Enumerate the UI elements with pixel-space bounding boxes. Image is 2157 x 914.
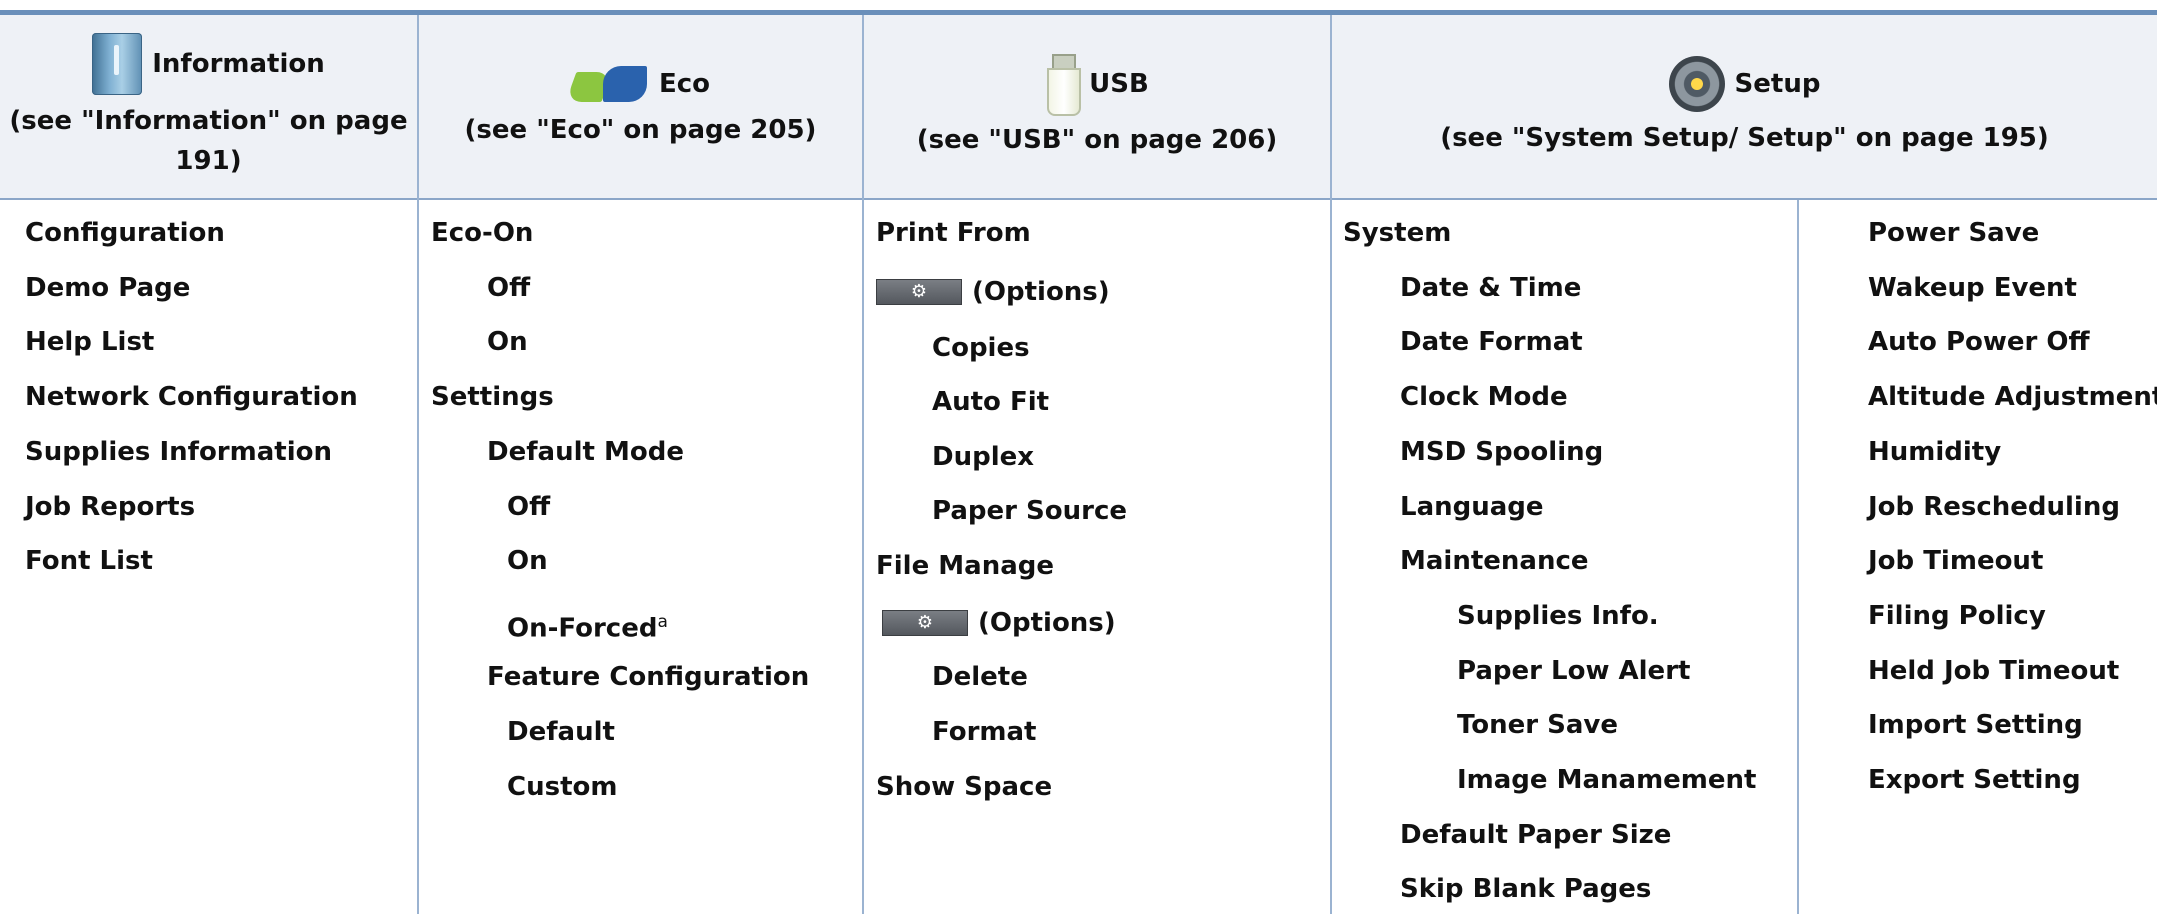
menu-item-humidity[interactable]: Humidity xyxy=(1868,435,2001,469)
menu-item-demo-page[interactable]: Demo Page xyxy=(25,271,190,305)
menu-item-default-mode[interactable]: Default Mode xyxy=(487,435,684,469)
menu-item-job-timeout[interactable]: Job Timeout xyxy=(1868,544,2043,578)
setup-ref[interactable]: (see "System Setup/ Setup" on page 195) xyxy=(1440,118,2049,158)
menu-item-job-reports[interactable]: Job Reports xyxy=(25,490,195,524)
gear-icon: ⚙ xyxy=(910,281,928,302)
menu-item-date-format[interactable]: Date Format xyxy=(1400,325,1583,359)
info-book-icon xyxy=(92,32,143,95)
eco-title: Eco xyxy=(658,68,711,99)
setup-title: Setup xyxy=(1734,68,1821,99)
menu-item-held-job-timeout[interactable]: Held Job Timeout xyxy=(1868,654,2119,688)
menu-item-auto-power-off[interactable]: Auto Power Off xyxy=(1868,325,2090,359)
options-button[interactable]: ⚙ xyxy=(876,279,962,305)
on-forced-label: On-Forced xyxy=(507,613,658,644)
menu-item-settings[interactable]: Settings xyxy=(431,380,554,414)
menu-item-duplex[interactable]: Duplex xyxy=(932,440,1034,474)
menu-item-feature-configuration[interactable]: Feature Configuration xyxy=(487,660,809,694)
menu-item-auto-fit[interactable]: Auto Fit xyxy=(932,385,1049,419)
menu-item-maintenance[interactable]: Maintenance xyxy=(1400,544,1589,578)
menu-item-clock-mode[interactable]: Clock Mode xyxy=(1400,380,1568,414)
options-label: (Options) xyxy=(972,277,1110,307)
usb-header: USB (see "USB" on page 206) xyxy=(864,15,1330,198)
menu-item-supplies-info[interactable]: Supplies Info. xyxy=(1457,599,1659,633)
menu-item-options-file[interactable]: ⚙ (Options) xyxy=(882,606,1116,640)
usb-ref[interactable]: (see "USB" on page 206) xyxy=(917,120,1278,160)
header-divider xyxy=(0,198,2157,200)
usb-drive-icon xyxy=(1045,53,1082,116)
menu-item-date-time[interactable]: Date & Time xyxy=(1400,271,1581,305)
menu-item-format[interactable]: Format xyxy=(932,715,1036,749)
menu-item-network-configuration[interactable]: Network Configuration xyxy=(25,380,358,414)
menu-item-system[interactable]: System xyxy=(1343,216,1451,250)
menu-item-power-save[interactable]: Power Save xyxy=(1868,216,2039,250)
menu-item-msd-spooling[interactable]: MSD Spooling xyxy=(1400,435,1603,469)
menu-item-font-list[interactable]: Font List xyxy=(25,544,153,578)
menu-item-import-setting[interactable]: Import Setting xyxy=(1868,708,2083,742)
menu-item-options-print[interactable]: ⚙ (Options) xyxy=(876,275,1110,309)
menu-item-supplies-information[interactable]: Supplies Information xyxy=(25,435,332,469)
menu-item-feature-custom[interactable]: Custom xyxy=(507,770,617,804)
eco-leaf-icon xyxy=(565,64,649,104)
menu-item-feature-default[interactable]: Default xyxy=(507,715,615,749)
setup-gear-icon xyxy=(1668,55,1725,112)
menu-item-show-space[interactable]: Show Space xyxy=(876,770,1052,804)
menu-item-altitude-adjustment[interactable]: Altitude Adjustment xyxy=(1868,380,2157,414)
menu-item-eco-off[interactable]: Off xyxy=(487,271,530,305)
menu-item-eco-on[interactable]: Eco-On xyxy=(431,216,533,250)
menu-item-paper-source[interactable]: Paper Source xyxy=(932,494,1127,528)
information-ref-page[interactable]: 191) xyxy=(9,141,407,181)
menu-item-paper-low-alert[interactable]: Paper Low Alert xyxy=(1457,654,1690,688)
menu-item-file-manage[interactable]: File Manage xyxy=(876,549,1054,583)
eco-header: Eco (see "Eco" on page 205) xyxy=(419,15,862,198)
options-button[interactable]: ⚙ xyxy=(882,610,968,636)
column-divider-4 xyxy=(1797,200,1799,914)
menu-item-job-rescheduling[interactable]: Job Rescheduling xyxy=(1868,490,2120,524)
menu-item-export-setting[interactable]: Export Setting xyxy=(1868,763,2081,797)
menu-item-wakeup-event[interactable]: Wakeup Event xyxy=(1868,271,2077,305)
menu-item-default-mode-on[interactable]: On xyxy=(507,544,548,578)
menu-item-skip-blank-pages[interactable]: Skip Blank Pages xyxy=(1400,872,1651,906)
menu-item-image-management[interactable]: Image Manamement xyxy=(1457,763,1756,797)
menu-item-default-paper-size[interactable]: Default Paper Size xyxy=(1400,818,1671,852)
menu-item-on-forced[interactable]: On-Forceda xyxy=(507,605,668,646)
options-label: (Options) xyxy=(978,608,1116,638)
usb-title: USB xyxy=(1089,68,1149,99)
menu-item-help-list[interactable]: Help List xyxy=(25,325,154,359)
menu-item-print-from[interactable]: Print From xyxy=(876,216,1031,250)
menu-item-copies[interactable]: Copies xyxy=(932,331,1030,365)
gear-icon: ⚙ xyxy=(916,612,934,633)
menu-item-toner-save[interactable]: Toner Save xyxy=(1457,708,1618,742)
menu-item-eco-on-value[interactable]: On xyxy=(487,325,528,359)
menu-item-default-mode-off[interactable]: Off xyxy=(507,490,550,524)
menu-item-language[interactable]: Language xyxy=(1400,490,1544,524)
information-header: Information (see "Information" on page 1… xyxy=(0,15,417,198)
information-ref[interactable]: (see "Information" on page xyxy=(9,101,407,141)
menu-item-configuration[interactable]: Configuration xyxy=(25,216,225,250)
footnote-marker: a xyxy=(657,612,668,632)
menu-overview-page: Information (see "Information" on page 1… xyxy=(0,0,2157,914)
information-title: Information xyxy=(152,48,325,79)
menu-item-filing-policy[interactable]: Filing Policy xyxy=(1868,599,2046,633)
setup-header: Setup (see "System Setup/ Setup" on page… xyxy=(1332,15,2157,198)
menu-item-delete[interactable]: Delete xyxy=(932,660,1028,694)
eco-ref[interactable]: (see "Eco" on page 205) xyxy=(465,110,817,150)
